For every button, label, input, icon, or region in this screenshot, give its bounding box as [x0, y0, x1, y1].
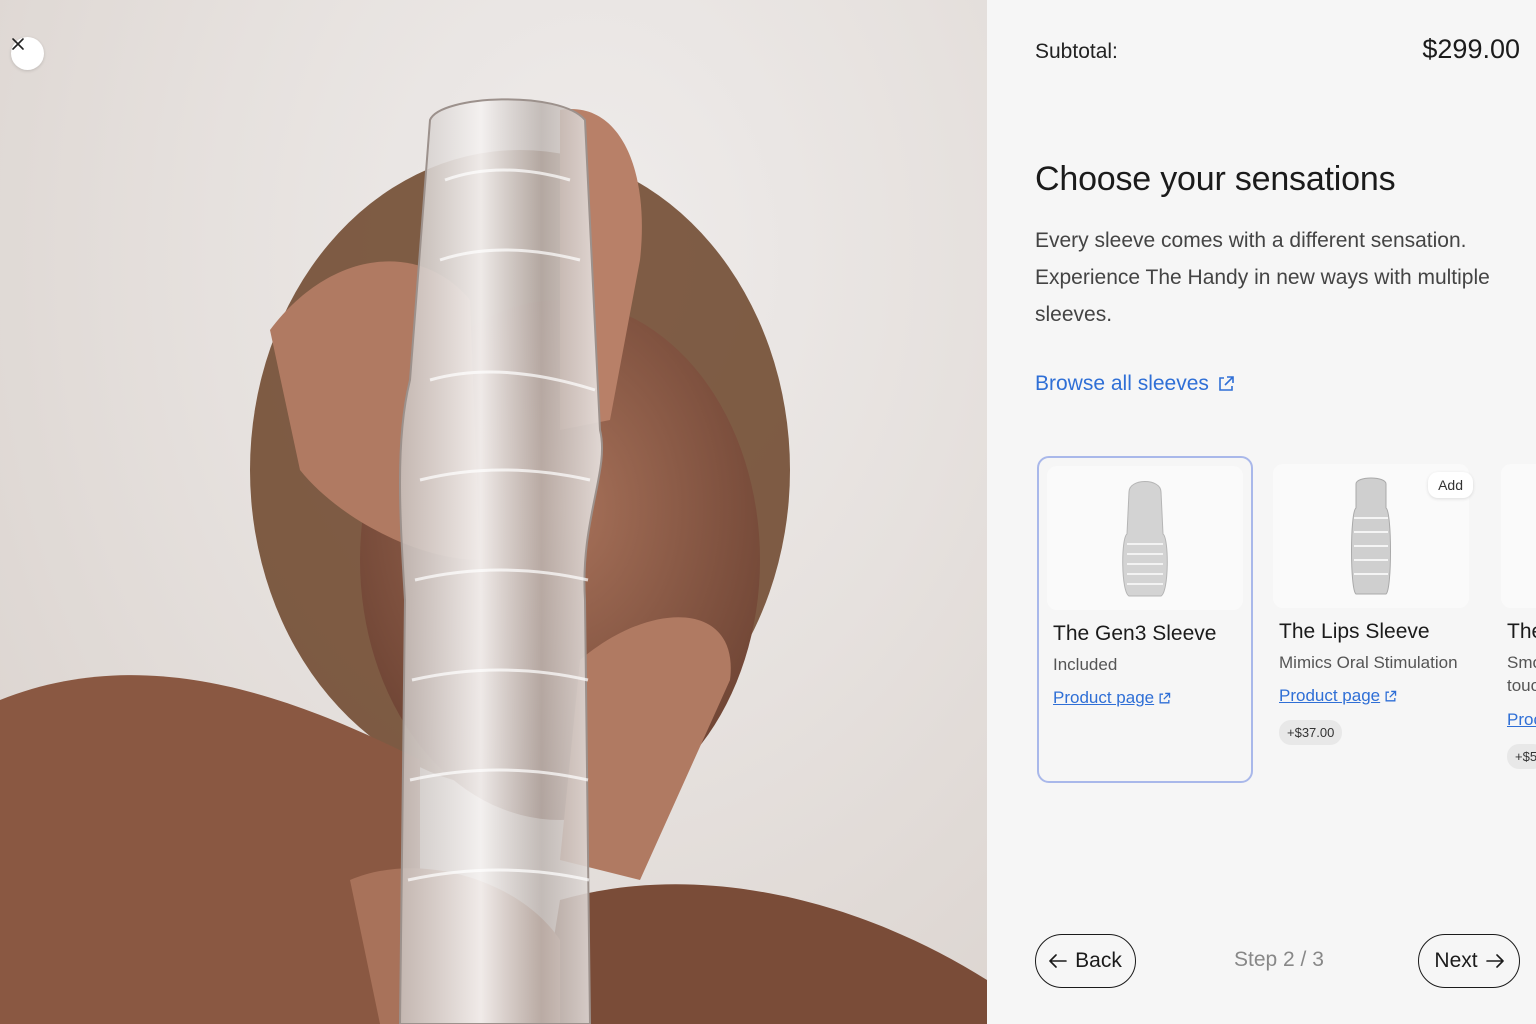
subtotal-value: $299.00 — [1422, 34, 1520, 64]
external-link-icon — [1219, 376, 1234, 391]
close-button[interactable] — [11, 37, 44, 70]
sleeve-subtitle: Included — [1053, 655, 1118, 674]
add-sleeve-button[interactable]: Add — [1428, 472, 1473, 498]
arrow-right-icon — [1485, 954, 1504, 968]
sleeve-image — [1122, 481, 1168, 597]
sleeve-name: The Lips Sleeve — [1279, 620, 1430, 643]
sleeve-thumbnail — [1501, 464, 1536, 608]
product-page-label: Proc — [1507, 710, 1536, 729]
sleeve-subtitle: Mimics Oral Stimulation — [1279, 653, 1458, 672]
sleeve-card-gen3[interactable]: The Gen3 Sleeve Included Product page — [1037, 456, 1253, 783]
close-icon — [12, 38, 24, 50]
sleeve-thumbnail — [1047, 466, 1243, 610]
sleeve-carousel[interactable]: The Gen3 Sleeve Included Product page Ad… — [1035, 456, 1536, 786]
subtotal-label: Subtotal: — [1035, 40, 1118, 63]
sleeve-image — [1351, 477, 1391, 595]
back-button[interactable]: Back — [1035, 934, 1136, 988]
step-indicator: Step 2 / 3 — [1234, 948, 1324, 971]
sleeve-subtitle-line2: touc — [1507, 676, 1536, 695]
sleeve-price: +$5 — [1507, 744, 1536, 769]
browse-all-sleeves-link[interactable]: Browse all sleeves — [1035, 372, 1235, 396]
hero-image — [0, 0, 987, 1024]
sleeve-price: +$37.00 — [1279, 720, 1343, 745]
page-title: Choose your sensations — [1035, 160, 1396, 198]
sleeve-card-partial[interactable]: The Smo touc Proc +$5 — [1493, 456, 1536, 783]
sleeve-name: The Gen3 Sleeve — [1053, 622, 1217, 645]
product-page-label: Product page — [1279, 686, 1381, 705]
product-page-label: Product page — [1053, 688, 1155, 707]
product-page-link[interactable]: Product page — [1053, 688, 1171, 708]
browse-link-label: Browse all sleeves — [1035, 372, 1209, 395]
sleeve-subtitle: Smo — [1507, 653, 1536, 672]
external-link-icon — [1385, 690, 1397, 701]
product-page-link[interactable]: Product page — [1279, 686, 1397, 706]
product-page-link[interactable]: Proc — [1507, 710, 1536, 730]
sleeve-card-lips[interactable]: Add The Lips Sleeve Mimics Oral Stimulat… — [1265, 456, 1481, 783]
arrow-left-icon — [1049, 954, 1067, 968]
page-description: Every sleeve comes with a different sens… — [1035, 229, 1490, 326]
next-label: Next — [1434, 949, 1478, 972]
sleeve-name: The — [1507, 620, 1536, 643]
hero-photo — [0, 98, 987, 1024]
next-button[interactable]: Next — [1418, 934, 1520, 988]
configurator-panel: Subtotal: $299.00 Choose your sensations… — [987, 0, 1536, 1024]
back-label: Back — [1075, 949, 1122, 972]
external-link-icon — [1159, 692, 1171, 703]
